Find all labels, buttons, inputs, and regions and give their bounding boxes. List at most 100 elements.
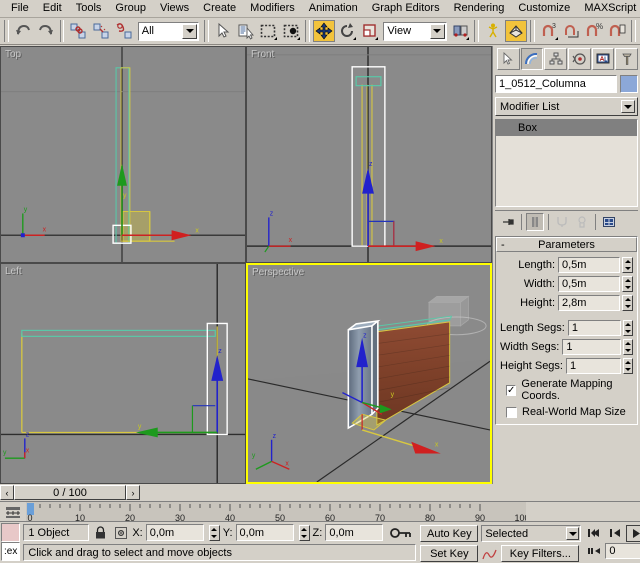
viewport-perspective[interactable]: Perspective: [246, 263, 492, 484]
height-spinner[interactable]: [622, 295, 633, 311]
select-and-move-button[interactable]: [313, 20, 335, 42]
menu-item-customize[interactable]: Customize: [511, 0, 577, 17]
modifier-list-dropdown[interactable]: Modifier List: [495, 97, 638, 116]
chevron-down-icon-4[interactable]: [566, 527, 579, 540]
chevron-down-icon-3[interactable]: [621, 100, 635, 113]
modifier-stack-item-box[interactable]: Box: [496, 120, 637, 136]
pin-stack-button[interactable]: [499, 213, 517, 231]
menu-item-modifiers[interactable]: Modifiers: [243, 0, 302, 17]
auto-key-button[interactable]: Auto Key: [420, 525, 478, 542]
height-field[interactable]: 2,8m: [558, 295, 620, 311]
percent-snap-toggle-button[interactable]: %: [583, 20, 605, 42]
viewport-top[interactable]: Top y x: [0, 46, 246, 263]
length-segs-spinner[interactable]: [623, 320, 633, 336]
mini-listener-output[interactable]: [1, 523, 20, 542]
height-segs-spinner[interactable]: [623, 358, 633, 374]
modify-tab[interactable]: [521, 48, 544, 70]
menu-item-animation[interactable]: Animation: [302, 0, 365, 17]
select-and-link-button[interactable]: [67, 20, 89, 42]
menu-item-views[interactable]: Views: [153, 0, 196, 17]
hierarchy-tab[interactable]: [544, 48, 567, 70]
maxscript-mini-listener[interactable]: :ex: [0, 522, 21, 563]
z-coordinate-field[interactable]: 0,0m: [325, 524, 383, 541]
y-spinner[interactable]: [299, 525, 310, 541]
x-coordinate-field[interactable]: 0,0m: [146, 524, 204, 541]
menu-item-tools[interactable]: Tools: [69, 0, 109, 17]
width-segs-field[interactable]: 1: [562, 339, 620, 355]
menu-item-rendering[interactable]: Rendering: [447, 0, 512, 17]
menu-item-edit[interactable]: Edit: [36, 0, 69, 17]
generate-mapping-coords-checkbox[interactable]: ✓: [506, 385, 516, 396]
track-bar[interactable]: 01020 304050 607080 90100: [0, 501, 640, 521]
select-and-uniform-scale-button[interactable]: [359, 20, 381, 42]
select-by-name-button[interactable]: [235, 20, 257, 42]
menu-item-group[interactable]: Group: [108, 0, 153, 17]
open-mini-curve-editor-button[interactable]: [2, 504, 24, 520]
key-filters-button[interactable]: Key Filters...: [501, 545, 579, 562]
set-key-curve-button[interactable]: [481, 545, 498, 562]
display-tab[interactable]: [592, 48, 615, 70]
object-color-swatch[interactable]: [620, 75, 638, 93]
selection-filter-combo[interactable]: All: [138, 22, 199, 41]
go-to-start-button[interactable]: [584, 525, 604, 542]
viewport-front[interactable]: Front z: [246, 46, 492, 263]
length-field[interactable]: 0,5m: [558, 257, 620, 273]
menu-item-maxscript[interactable]: MAXScript: [577, 0, 640, 17]
key-mode-button[interactable]: [584, 543, 604, 560]
mini-listener-input[interactable]: :ex: [1, 542, 20, 561]
undo-button[interactable]: [12, 20, 34, 42]
bind-to-space-warp-button[interactable]: [113, 20, 135, 42]
select-and-manipulate-button[interactable]: [482, 20, 504, 42]
snaps-toggle-button[interactable]: [505, 20, 527, 42]
spinner-snap-toggle-button[interactable]: [606, 20, 628, 42]
animation-filter-combo[interactable]: Selected: [481, 525, 581, 542]
chevron-down-icon-2[interactable]: [430, 24, 445, 39]
unlink-selection-button[interactable]: [90, 20, 112, 42]
menu-item-create[interactable]: Create: [196, 0, 243, 17]
x-spinner[interactable]: [209, 525, 220, 541]
time-slider-thumb[interactable]: 0 / 100: [14, 485, 126, 500]
window-crossing-toggle-button[interactable]: [280, 20, 302, 42]
select-object-button[interactable]: [212, 20, 234, 42]
object-name-field[interactable]: 1_0512_Columna: [495, 75, 617, 93]
length-segs-field[interactable]: 1: [568, 320, 622, 336]
menu-item-file[interactable]: File: [4, 0, 36, 17]
utilities-tab[interactable]: [615, 48, 638, 70]
play-animation-button[interactable]: [626, 525, 640, 542]
previous-frame-button[interactable]: [605, 525, 625, 542]
width-segs-spinner[interactable]: [623, 339, 633, 355]
menu-item-graph-editors[interactable]: Graph Editors: [365, 0, 447, 17]
angle-snap-toggle-button[interactable]: [561, 20, 583, 42]
chevron-down-icon[interactable]: [182, 24, 197, 39]
width-field[interactable]: 0,5m: [558, 276, 620, 292]
height-segs-field[interactable]: 1: [566, 358, 621, 374]
make-unique-button[interactable]: [553, 213, 571, 231]
lock-selection-button[interactable]: [92, 524, 109, 541]
generate-mapping-coords-row[interactable]: ✓ Generate Mapping Coords.: [506, 378, 633, 402]
remove-modifier-button[interactable]: [573, 213, 591, 231]
parameters-rollout-header[interactable]: - Parameters: [496, 237, 637, 252]
reference-coordinate-system-combo[interactable]: View: [383, 22, 446, 41]
create-tab[interactable]: [497, 48, 520, 70]
motion-tab[interactable]: [568, 48, 591, 70]
set-key-button[interactable]: Set Key: [420, 545, 478, 562]
width-spinner[interactable]: [622, 276, 633, 292]
redo-button[interactable]: [35, 20, 57, 42]
show-end-result-button[interactable]: [526, 213, 544, 231]
time-slider-prev-button[interactable]: ‹: [0, 485, 14, 500]
3d-snap-toggle-button[interactable]: 3: [538, 20, 560, 42]
key-mode-toggle-button[interactable]: [386, 524, 416, 541]
select-and-rotate-button[interactable]: [336, 20, 358, 42]
viewport-left[interactable]: Left z y: [0, 263, 246, 484]
current-frame-field[interactable]: 0: [605, 543, 640, 559]
real-world-map-size-checkbox[interactable]: [506, 407, 517, 418]
rectangular-selection-region-button[interactable]: [258, 20, 280, 42]
modifier-stack[interactable]: Box: [495, 119, 638, 207]
y-coordinate-field[interactable]: 0,0m: [236, 524, 294, 541]
length-spinner[interactable]: [622, 257, 633, 273]
absolute-relative-transform-button[interactable]: [112, 524, 129, 541]
configure-modifier-sets-button[interactable]: [600, 213, 618, 231]
use-pivot-point-center-button[interactable]: [450, 20, 472, 42]
real-world-map-size-row[interactable]: Real-World Map Size: [506, 406, 633, 418]
time-slider-next-button[interactable]: ›: [126, 485, 140, 500]
